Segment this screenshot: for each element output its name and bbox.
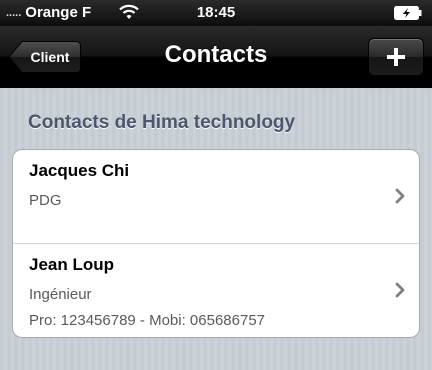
chevron-right-icon — [395, 282, 405, 298]
status-time: 18:45 — [196, 4, 236, 21]
contact-role: Ingénieur — [29, 286, 92, 303]
contact-name: Jacques Chi — [29, 161, 130, 180]
status-bar: ..... Orange F 18:45 — [0, 0, 432, 26]
contact-role: PDG — [29, 192, 62, 209]
contact-row[interactable]: Jacques Chi PDG — [13, 150, 419, 244]
chevron-right-icon — [395, 188, 405, 204]
section-header: Contacts de Hima technology — [28, 112, 296, 133]
battery-icon — [394, 6, 422, 20]
contacts-list: Jacques Chi PDG Jean Loup Ingénieur Pro:… — [12, 149, 420, 338]
add-contact-button[interactable] — [368, 38, 424, 76]
contact-name: Jean Loup — [29, 255, 115, 274]
contact-row[interactable]: Jean Loup Ingénieur Pro: 123456789 - Mob… — [13, 244, 419, 337]
content-area: Contacts de Hima technology Jacques Chi … — [0, 89, 432, 370]
navigation-bar: Client Contacts — [0, 26, 432, 88]
contact-phones: Pro: 123456789 - Mobi: 065686757 — [29, 312, 266, 329]
plus-icon — [387, 48, 405, 66]
